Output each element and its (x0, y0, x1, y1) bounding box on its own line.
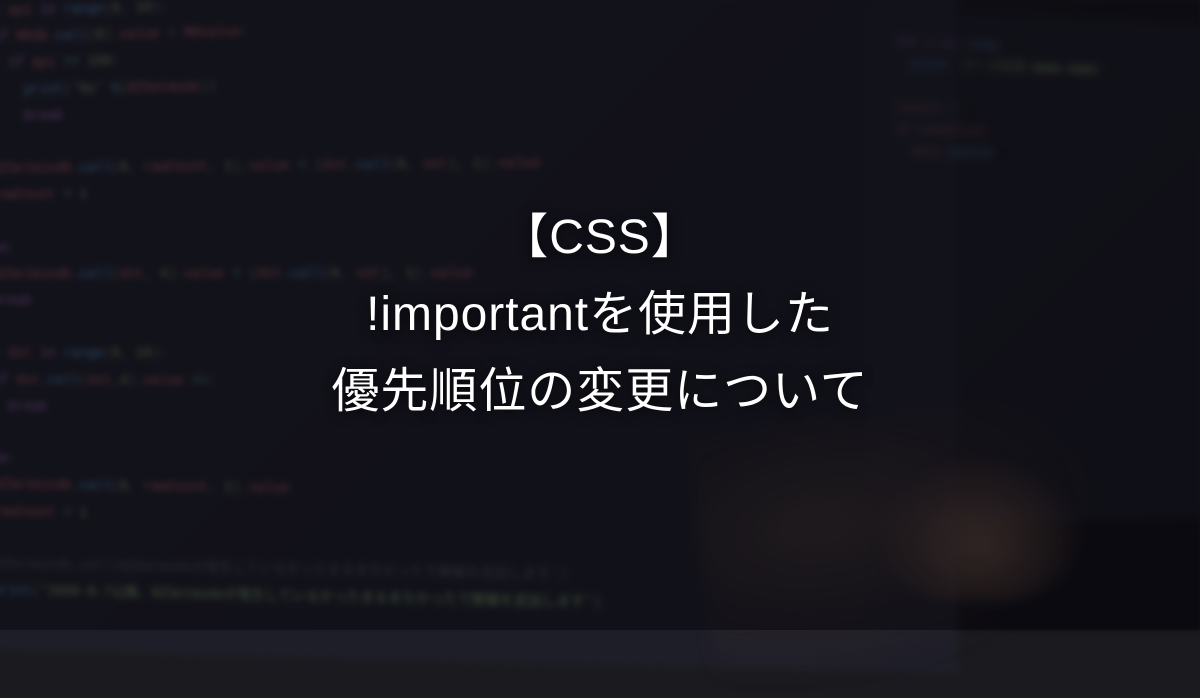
title-line-1: 【CSS】 (0, 200, 1200, 277)
title-line-2: !importantを使用した (0, 277, 1200, 354)
title-line-3: 優先順位の変更について (0, 353, 1200, 430)
title-container: 【CSS】 !importantを使用した 優先順位の変更について (0, 200, 1200, 430)
page-title: 【CSS】 !importantを使用した 優先順位の変更について (0, 200, 1200, 430)
